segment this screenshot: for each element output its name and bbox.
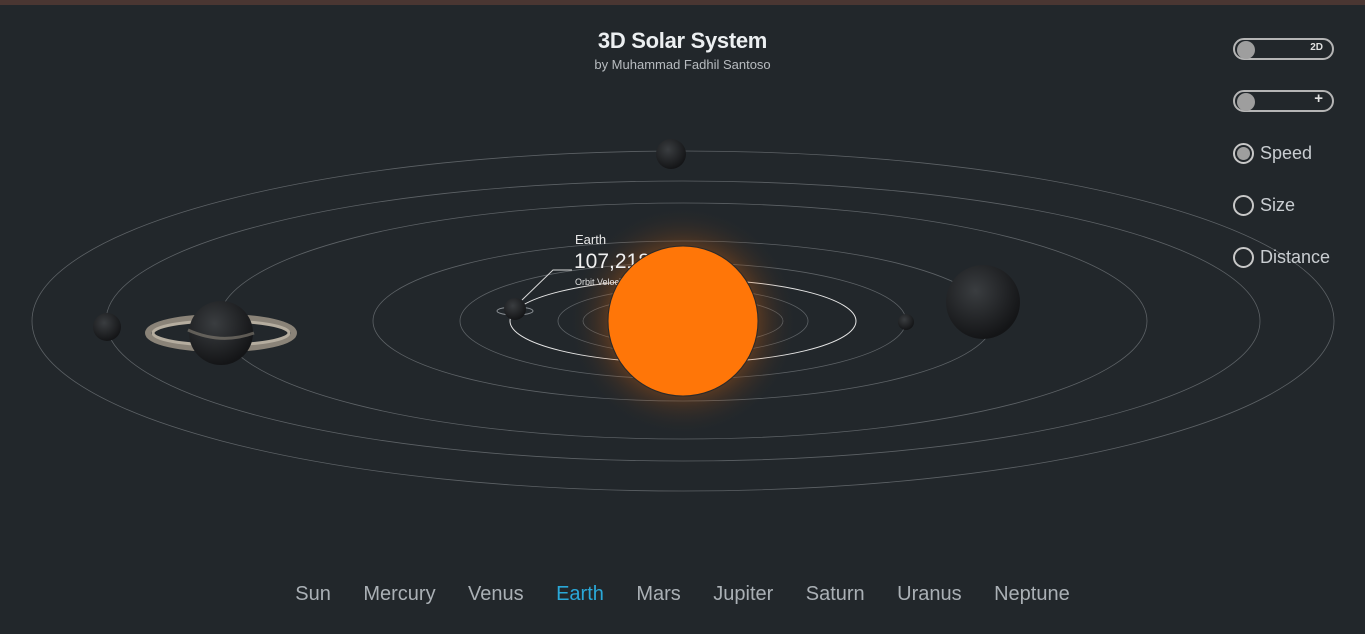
nav-item-neptune[interactable]: Neptune bbox=[994, 583, 1070, 606]
zoom-label: + bbox=[1314, 90, 1323, 107]
nav-item-sun[interactable]: Sun bbox=[295, 583, 331, 606]
page-subtitle: by Muhammad Fadhil Santoso bbox=[594, 57, 771, 72]
nav-item-venus[interactable]: Venus bbox=[468, 583, 524, 606]
radio-size[interactable]: Size bbox=[1233, 191, 1295, 219]
radio-speed[interactable]: Speed bbox=[1233, 139, 1312, 167]
nav-item-mars[interactable]: Mars bbox=[636, 583, 680, 606]
nav-item-uranus[interactable]: Uranus bbox=[897, 583, 961, 606]
radio-dot bbox=[1233, 194, 1254, 216]
radio-dot bbox=[1233, 142, 1254, 164]
planet-jupiter[interactable] bbox=[946, 265, 1020, 339]
nav-item-mercury[interactable]: Mercury bbox=[363, 583, 435, 606]
radio-label: Speed bbox=[1260, 142, 1313, 163]
planet-label-value: 107,218 bbox=[574, 250, 650, 273]
radio-label: Distance bbox=[1260, 246, 1331, 267]
planet-nav: Sun Mercury Venus Earth Mars Jupiter Sat… bbox=[0, 583, 1365, 606]
nav-item-jupiter[interactable]: Jupiter bbox=[713, 583, 773, 606]
planet-label-name: Earth bbox=[575, 232, 607, 247]
page-title: 3D Solar System bbox=[597, 28, 768, 53]
planet-uranus[interactable] bbox=[656, 139, 686, 169]
radio-distance[interactable]: Distance bbox=[1233, 243, 1330, 271]
view-mode-toggle[interactable]: 2D bbox=[1233, 38, 1334, 60]
toggle-knob bbox=[1237, 93, 1255, 111]
planet-earth[interactable] bbox=[496, 298, 534, 320]
planet-mars[interactable] bbox=[898, 314, 914, 330]
nav-item-saturn[interactable]: Saturn bbox=[806, 583, 865, 606]
planet-neptune[interactable] bbox=[93, 313, 121, 341]
planet-saturn[interactable] bbox=[145, 301, 297, 365]
nav-item-earth[interactable]: Earth bbox=[556, 583, 604, 606]
zoom-toggle[interactable]: + bbox=[1233, 90, 1334, 112]
view-mode-label: 2D bbox=[1310, 42, 1323, 53]
solar-system-scene bbox=[31, 139, 1335, 492]
toggle-knob bbox=[1237, 41, 1255, 59]
radio-label: Size bbox=[1260, 194, 1296, 215]
radio-dot bbox=[1233, 246, 1254, 268]
planet-label-caption: Orbit Velocity (km/h) bbox=[575, 277, 657, 287]
header: 3D Solar System by Muhammad Fadhil Santo… bbox=[0, 28, 1365, 72]
